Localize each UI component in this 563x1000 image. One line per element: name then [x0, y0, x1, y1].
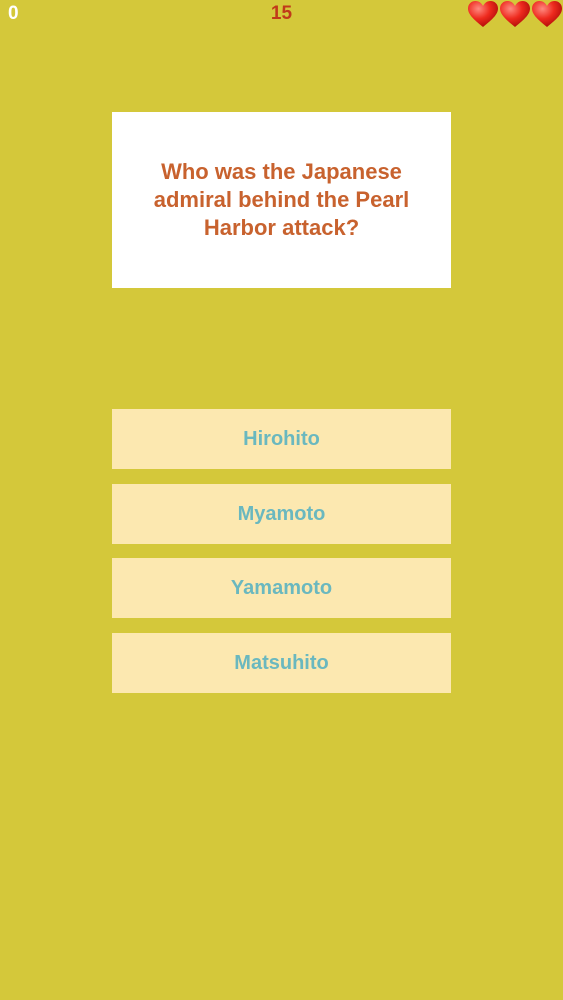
- answer-button-4[interactable]: Matsuhito: [112, 633, 451, 693]
- answer-button-1[interactable]: Hirohito: [112, 409, 451, 469]
- answer-button-3[interactable]: Yamamoto: [112, 558, 451, 618]
- question-card: Who was the Japanese admiral behind the …: [112, 112, 451, 288]
- heart-icon: [468, 1, 498, 27]
- lives-indicator: [467, 0, 563, 28]
- answer-button-2[interactable]: Myamoto: [112, 484, 451, 544]
- question-text: Who was the Japanese admiral behind the …: [153, 159, 410, 240]
- heart-icon: [532, 1, 562, 27]
- heart-icon: [500, 1, 530, 27]
